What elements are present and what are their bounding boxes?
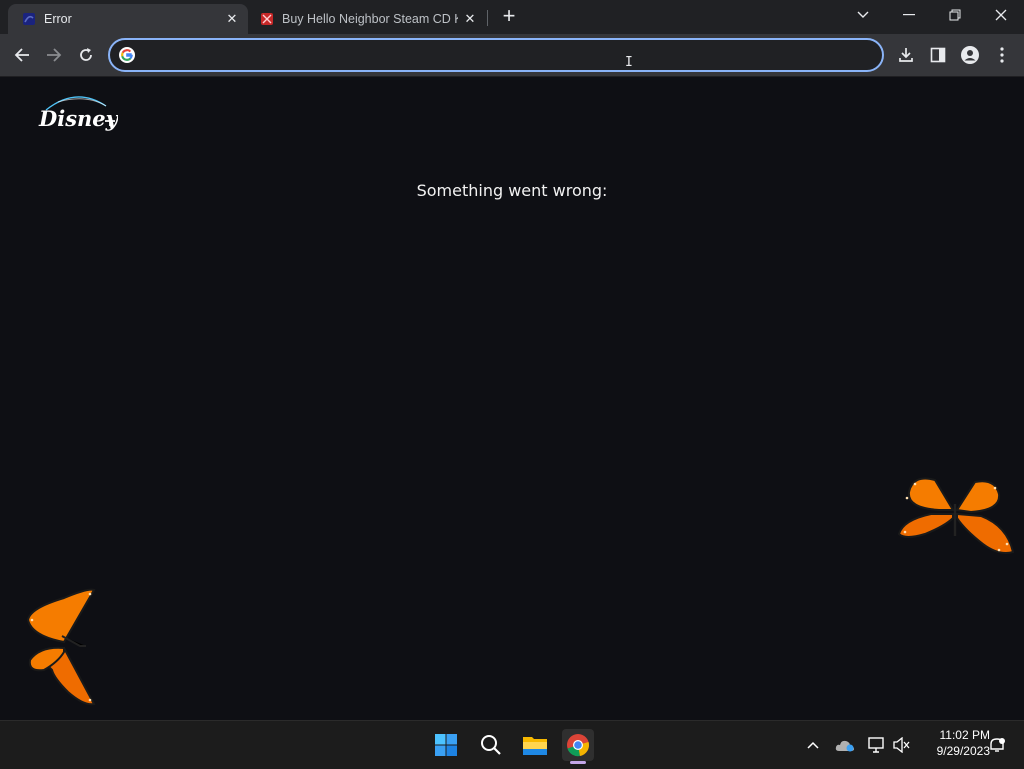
- active-app-indicator: [570, 761, 586, 764]
- side-panel-icon[interactable]: [926, 43, 950, 67]
- tab-title: Buy Hello Neighbor Steam CD Key: [282, 12, 458, 26]
- start-icon[interactable]: [430, 729, 462, 761]
- chrome-icon[interactable]: [562, 729, 594, 761]
- tab-search-icon[interactable]: [840, 0, 886, 30]
- svg-text:Disney: Disney: [38, 106, 118, 131]
- volume-muted-icon[interactable]: [892, 735, 912, 755]
- google-icon: [119, 47, 135, 63]
- store-favicon-icon: [261, 13, 273, 25]
- address-bar[interactable]: [108, 38, 884, 72]
- download-icon[interactable]: [894, 43, 918, 67]
- file-explorer-icon[interactable]: [519, 729, 551, 761]
- close-tab-icon[interactable]: ✕: [220, 11, 244, 27]
- reload-icon[interactable]: [74, 43, 98, 67]
- tab-divider: [487, 10, 488, 26]
- tab-hello-neighbor[interactable]: Buy Hello Neighbor Steam CD Key ✕: [252, 4, 486, 34]
- close-tab-icon[interactable]: ✕: [458, 11, 482, 27]
- butterfly-decoration: [897, 477, 1015, 554]
- disney-plus-logo: Disney: [38, 96, 118, 131]
- disney-favicon-icon: [23, 13, 35, 25]
- text-cursor-icon: I: [625, 55, 633, 70]
- network-icon[interactable]: [866, 735, 888, 755]
- error-message: Something went wrong:: [416, 181, 608, 200]
- address-input[interactable]: [144, 40, 848, 72]
- tab-error[interactable]: Error ✕: [8, 4, 248, 34]
- clock-time: 11:02 PM: [939, 728, 990, 742]
- browser-toolbar: [0, 34, 1024, 77]
- tab-strip: Error ✕ Buy Hello Neighbor Steam CD Key …: [0, 0, 1024, 34]
- show-hidden-icons-icon[interactable]: [804, 735, 822, 755]
- back-icon[interactable]: [10, 43, 34, 67]
- forward-icon[interactable]: [42, 43, 66, 67]
- restore-icon[interactable]: [932, 0, 978, 30]
- new-tab-button[interactable]: +: [499, 5, 519, 29]
- butterfly-decoration: [26, 588, 96, 706]
- profile-icon[interactable]: [958, 43, 982, 67]
- system-clock[interactable]: 11:02 PM 9/29/2023: [918, 727, 990, 759]
- more-menu-icon[interactable]: [990, 43, 1014, 67]
- tab-title: Error: [44, 12, 72, 26]
- minimize-icon[interactable]: [886, 0, 932, 30]
- close-window-icon[interactable]: [978, 0, 1024, 30]
- clock-date: 9/29/2023: [936, 744, 990, 758]
- windows-taskbar: [0, 720, 1024, 769]
- onedrive-icon[interactable]: [834, 735, 856, 755]
- search-icon[interactable]: [475, 729, 507, 761]
